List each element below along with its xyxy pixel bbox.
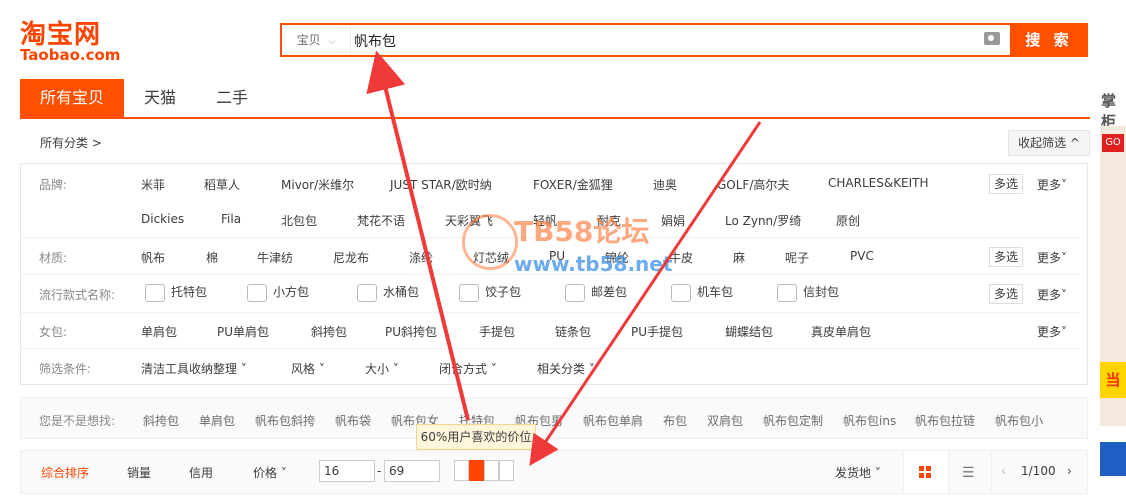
arrow-to-price-bar bbox=[529, 121, 762, 466]
arrow-to-search bbox=[366, 50, 470, 421]
annotation-arrows bbox=[366, 50, 762, 466]
